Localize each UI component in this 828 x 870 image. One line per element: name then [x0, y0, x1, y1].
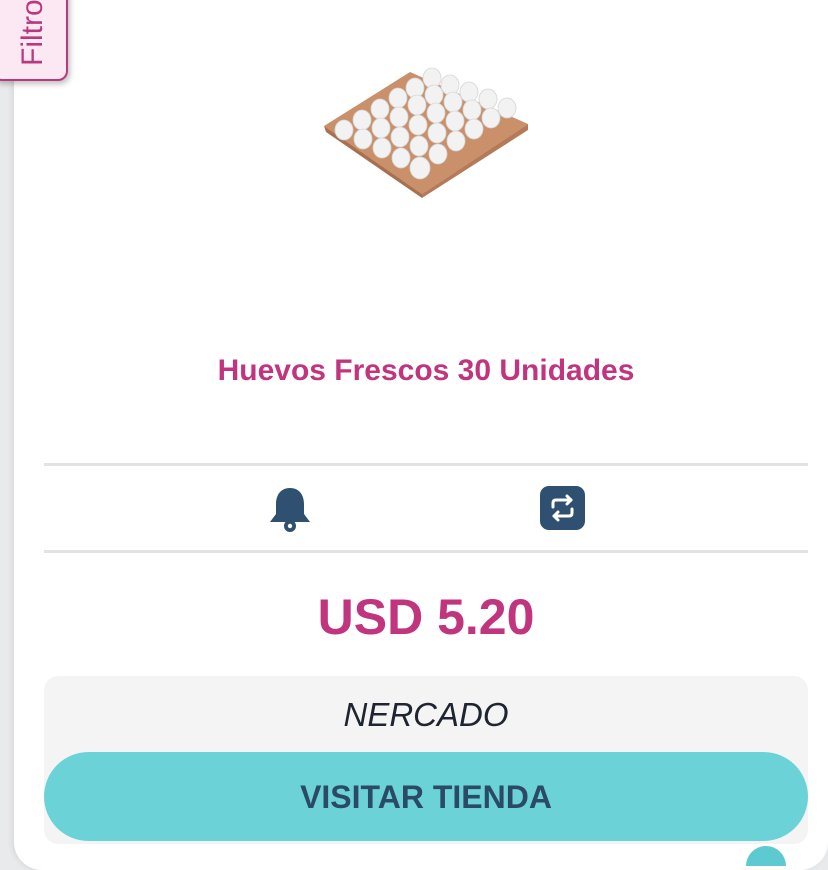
- filter-tab-label: Filtro: [16, 0, 49, 66]
- divider-top: [44, 463, 808, 466]
- egg-tray-image: [324, 67, 528, 198]
- filter-tab[interactable]: Filtro: [0, 0, 68, 81]
- divider-bottom: [44, 550, 808, 553]
- product-title: Huevos Frescos 30 Unidades: [217, 354, 635, 387]
- bell-icon[interactable]: [268, 486, 312, 532]
- visit-store-button[interactable]: VISITAR TIENDA: [44, 752, 808, 841]
- store-name: NERCADO: [343, 696, 509, 733]
- product-price: USD 5.20: [317, 589, 535, 645]
- compare-arrows-icon[interactable]: [540, 486, 585, 530]
